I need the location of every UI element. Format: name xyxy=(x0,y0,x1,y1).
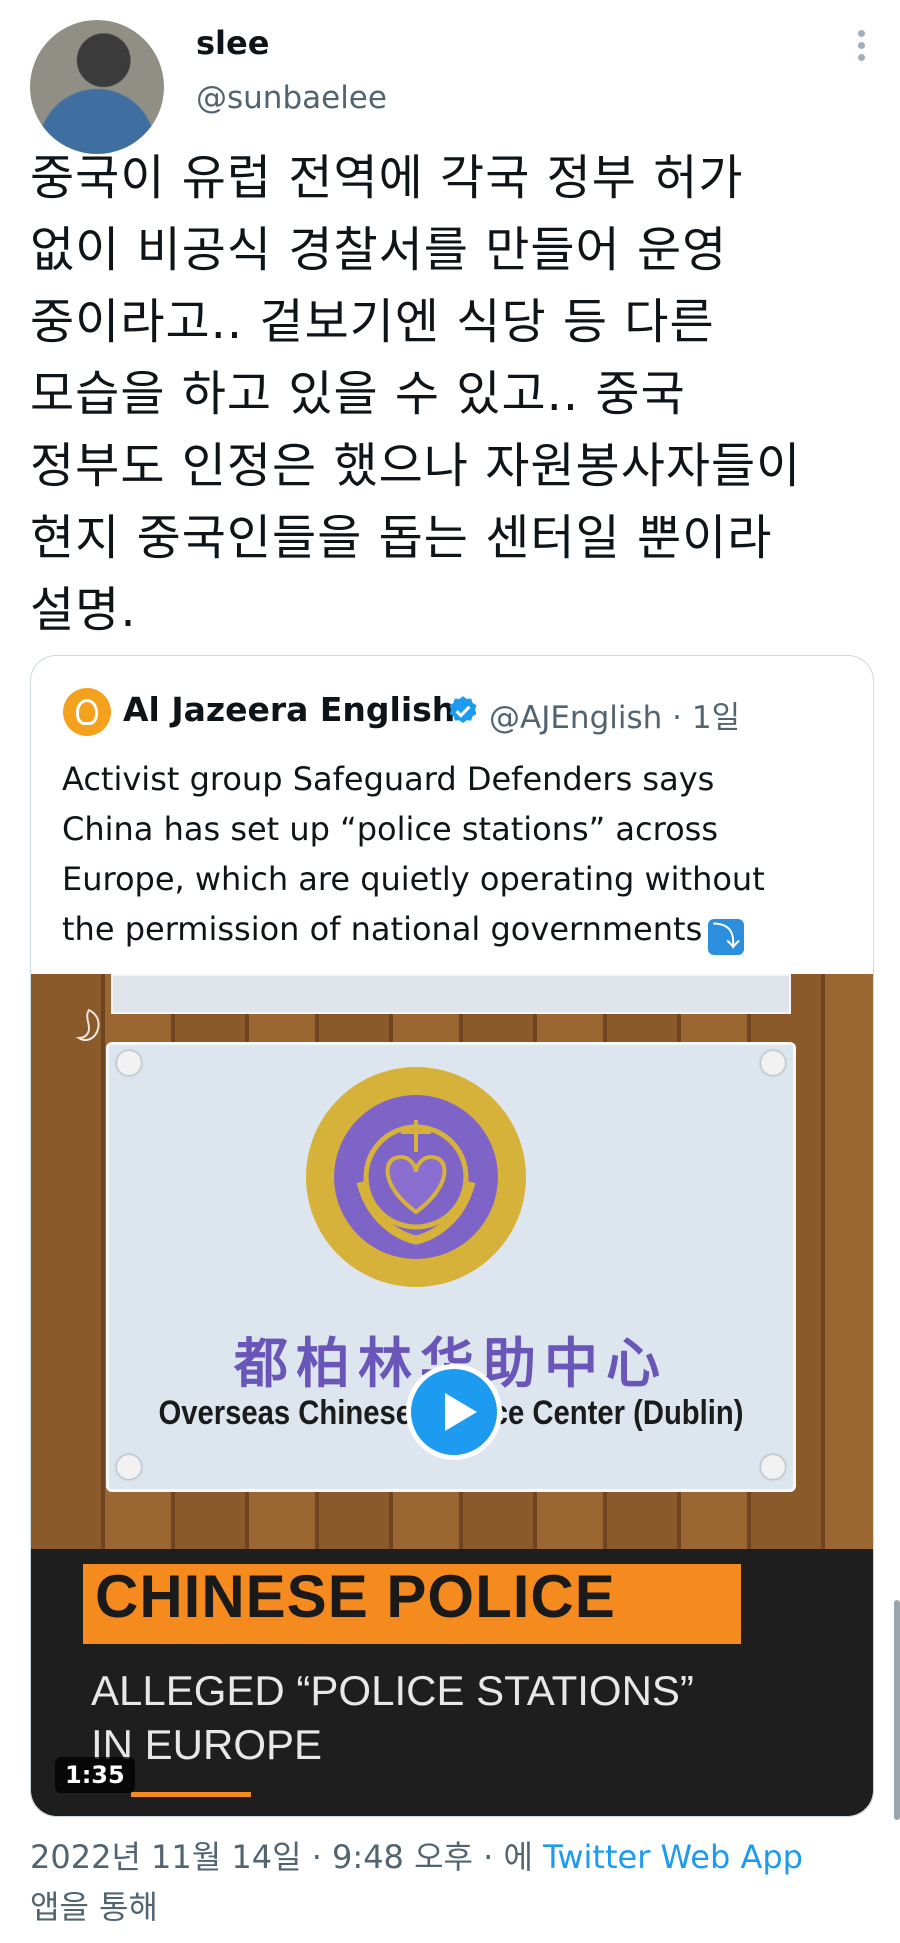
scrollbar[interactable] xyxy=(894,1600,900,1820)
quoted-avatar[interactable] xyxy=(63,688,111,736)
author-avatar[interactable] xyxy=(30,20,164,154)
banner-title: CHINESE POLICE xyxy=(95,1563,616,1630)
verified-badge-icon xyxy=(449,696,477,724)
source-suffix: 앱을 통해 xyxy=(30,1888,158,1926)
upper-sign-edge xyxy=(111,974,791,1014)
banner-subtitle: ALLEGED “POLICE STATIONS” IN EUROPE xyxy=(91,1667,694,1768)
author-name[interactable]: slee xyxy=(196,24,269,62)
video-player[interactable]: 都柏林华助中心 Overseas Chinese Service Center … xyxy=(31,974,873,1816)
video-progress-bar[interactable] xyxy=(131,1792,251,1797)
timestamp[interactable]: 2022년 11월 14일 · 9:48 오후 · 에 xyxy=(30,1838,543,1876)
aljazeera-logo-icon xyxy=(71,1006,107,1050)
video-duration: 1:35 xyxy=(55,1757,135,1793)
author-handle[interactable]: @sunbaelee xyxy=(196,80,387,116)
arrow-down-emoji-icon: ⤵ xyxy=(708,919,745,955)
screw xyxy=(761,1455,785,1479)
screw xyxy=(761,1051,785,1075)
source-app-link[interactable]: Twitter Web App xyxy=(543,1838,803,1876)
play-icon[interactable] xyxy=(406,1364,502,1460)
screw xyxy=(117,1051,141,1075)
quoted-text: Activist group Safeguard Defenders says … xyxy=(62,760,765,955)
screw xyxy=(117,1455,141,1479)
service-center-seal-logo xyxy=(306,1067,526,1287)
quoted-author-name: Al Jazeera English xyxy=(123,690,456,729)
tweet-metadata: 2022년 11월 14일 · 9:48 오후 · 에 Twitter Web … xyxy=(30,1832,870,1932)
quoted-handle-time: @AJEnglish · 1일 xyxy=(489,700,741,736)
quoted-tweet-card[interactable]: Al Jazeera English @AJEnglish · 1일 Activ… xyxy=(30,655,874,1817)
more-options-icon[interactable] xyxy=(856,30,866,66)
tweet-text: 중국이 유럽 전역에 각국 정부 허가 없이 비공식 경찰서를 만들어 운영 중… xyxy=(30,150,802,638)
